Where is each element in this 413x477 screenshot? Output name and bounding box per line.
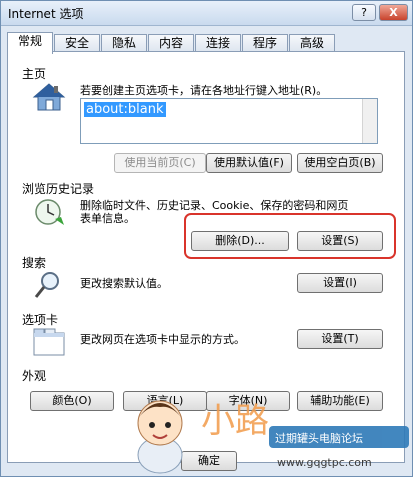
help-button[interactable]: ? [352,4,376,21]
watermark-forum-badge: 过期罐头电脑论坛 [269,426,409,448]
title-bar: Internet 选项 ? X [1,1,412,26]
tab-programs[interactable]: 程序 [242,34,288,52]
tab-general[interactable]: 常规 [7,32,53,54]
tabs-description: 更改网页在选项卡中显示的方式。 [80,333,245,346]
watermark-url: www.gqgtpc.com [277,456,372,469]
tabbed-window-icon [33,328,65,356]
tab-security[interactable]: 安全 [54,34,100,52]
watermark-forum-text: 过期罐头电脑论坛 [275,432,363,445]
homepage-description: 若要创建主页选项卡，请在各地址行键入地址(R)。 [80,84,328,97]
tabs-section-title: 选项卡 [22,313,59,327]
search-section-title: 搜索 [22,256,47,270]
homepage-address-value: about:blank [84,102,166,117]
use-default-button[interactable]: 使用默认值(F) [206,153,292,173]
homepage-address-input[interactable]: about:blank [80,98,378,144]
appearance-section-title: 外观 [22,369,47,383]
tabs-settings-button[interactable]: 设置(T) [297,329,383,349]
close-button[interactable]: X [379,4,408,21]
house-icon [32,83,66,111]
watermark-brand: 小路 [201,401,269,441]
homepage-address-scrollbar[interactable] [362,99,377,143]
tab-advanced[interactable]: 高级 [289,34,335,52]
magnifier-icon [34,272,59,298]
history-description-line2: 表单信息。 [80,212,135,225]
history-clock-icon [35,199,64,225]
history-settings-button[interactable]: 设置(S) [297,231,383,251]
window-title: Internet 选项 [8,7,84,21]
delete-history-button[interactable]: 删除(D)... [191,231,289,251]
use-blank-button[interactable]: 使用空白页(B) [297,153,383,173]
search-settings-button[interactable]: 设置(I) [297,273,383,293]
accessibility-button[interactable]: 辅助功能(E) [297,391,383,411]
history-section-title: 浏览历史记录 [22,182,95,196]
colors-button[interactable]: 颜色(O) [30,391,114,411]
use-current-button[interactable]: 使用当前页(C) [114,153,206,173]
cartoon-mascot-watermark [137,400,183,474]
tab-content[interactable]: 内容 [148,34,194,52]
tab-privacy[interactable]: 隐私 [101,34,147,52]
tab-connections[interactable]: 连接 [195,34,241,52]
internet-options-dialog: Internet 选项 ? X 常规 安全 隐私 内容 连接 程序 高级 主页 … [0,0,413,477]
search-description: 更改搜索默认值。 [80,277,168,290]
ok-button[interactable]: 确定 [181,451,237,471]
homepage-section-title: 主页 [22,67,47,81]
